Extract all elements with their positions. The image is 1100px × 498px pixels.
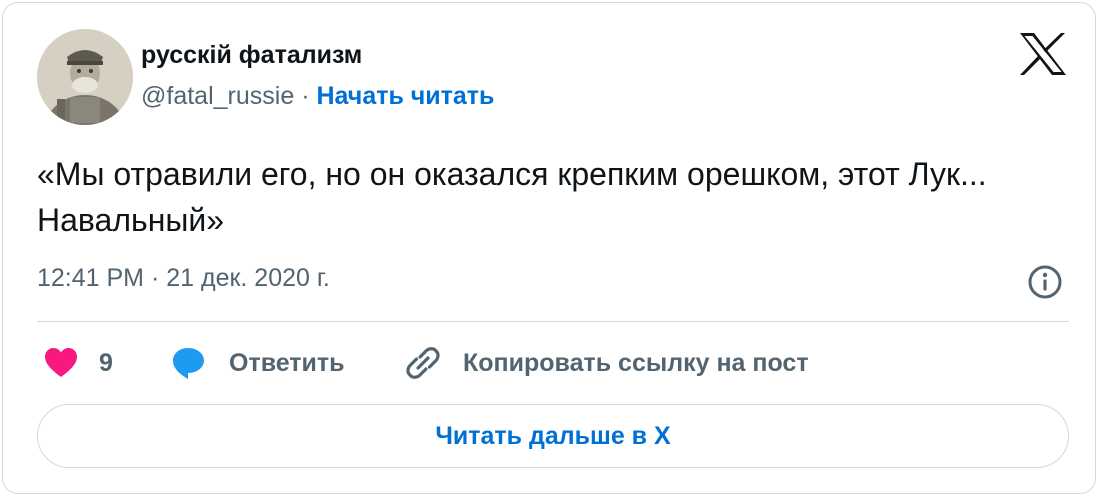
read-more-button[interactable]: Читать дальше в X xyxy=(37,404,1069,468)
like-count: 9 xyxy=(99,348,113,377)
embedded-post-card: русскiй фатализм @fatal_russie · Начать … xyxy=(2,2,1096,494)
copy-link-button[interactable]: Копировать ссылку на пост xyxy=(405,343,809,383)
divider xyxy=(37,321,1069,322)
read-more-label: Читать дальше в X xyxy=(435,421,671,450)
author-avatar[interactable] xyxy=(37,29,133,125)
post-timestamp[interactable]: 12:41 PM · 21 дек. 2020 г. xyxy=(37,263,330,293)
copy-link-label: Копировать ссылку на пост xyxy=(463,348,809,377)
post-text: «Мы отравили его, но он оказался крепким… xyxy=(37,156,987,238)
follow-button[interactable]: Начать читать xyxy=(316,82,494,110)
heart-icon xyxy=(45,348,77,377)
info-icon[interactable] xyxy=(1027,264,1063,300)
author-line: @fatal_russie · Начать читать xyxy=(141,81,494,111)
author-name[interactable]: русскiй фатализм xyxy=(141,40,362,70)
x-logo-icon[interactable] xyxy=(1020,33,1066,75)
reply-button[interactable]: Ответить xyxy=(171,343,345,383)
reply-label: Ответить xyxy=(229,348,345,377)
link-icon xyxy=(406,347,440,379)
like-button[interactable]: 9 xyxy=(43,343,113,383)
author-handle[interactable]: @fatal_russie xyxy=(141,82,294,110)
handle-separator: · xyxy=(301,82,310,110)
avatar-photo xyxy=(37,29,133,125)
speech-bubble-icon xyxy=(173,348,204,379)
